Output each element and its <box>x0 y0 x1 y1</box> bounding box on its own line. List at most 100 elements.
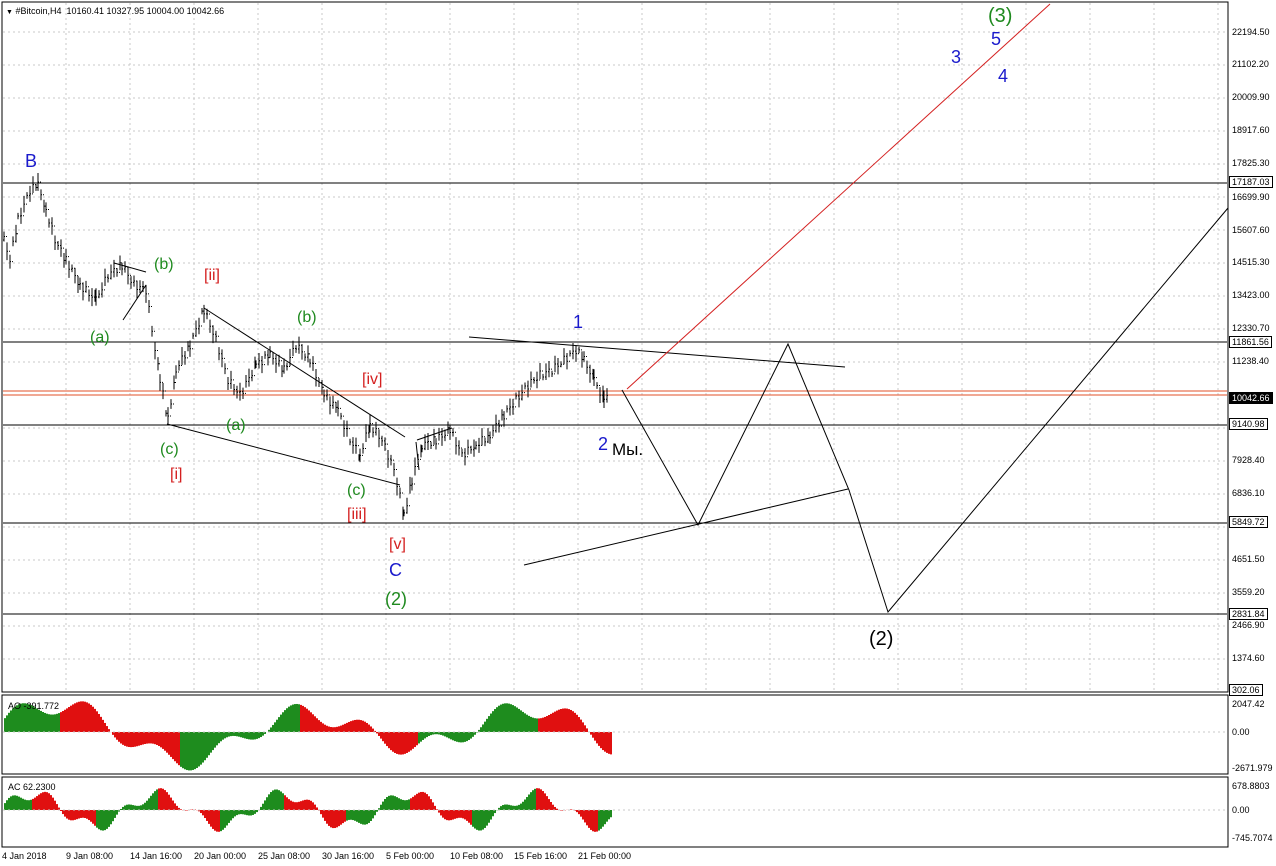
ac-bar <box>78 810 80 819</box>
ao-bar <box>222 732 224 740</box>
ao-bar <box>500 704 502 732</box>
price-level-box: 17187.03 <box>1229 176 1273 188</box>
ac-bar <box>508 804 510 810</box>
wave-label-c: (c) <box>347 482 366 499</box>
ac-bar <box>462 810 464 819</box>
ao-bar <box>254 732 256 740</box>
ac-bar <box>300 801 302 810</box>
ao-bar <box>178 732 180 766</box>
ac-bar <box>540 789 542 810</box>
ac-bar <box>460 810 462 818</box>
ac-bar <box>322 810 324 818</box>
ao-bar <box>574 712 576 732</box>
ao-bar <box>444 732 446 737</box>
ao-bar <box>318 720 320 732</box>
ao-bar <box>274 722 276 732</box>
ac-bar <box>526 797 528 810</box>
ac-bar <box>28 800 30 810</box>
ac-bar <box>414 795 416 810</box>
ao-bar <box>104 722 106 732</box>
ao-bar <box>246 732 248 739</box>
ac-bar <box>328 810 330 826</box>
ac-bar <box>492 810 494 817</box>
wave-label-c: (c) <box>160 441 179 458</box>
ac-bar <box>74 810 76 820</box>
ac-bar <box>22 798 24 810</box>
ac-bar <box>586 810 588 826</box>
time-tick: 4 Jan 2018 <box>2 851 47 861</box>
ao-bar <box>458 732 460 743</box>
ao-bar <box>370 726 372 732</box>
trend-projection-line <box>626 3 1051 390</box>
ac-bar <box>596 810 598 832</box>
ao-bar <box>468 732 470 741</box>
ac-bar <box>506 804 508 810</box>
ac-bar <box>98 810 100 830</box>
ao-bar <box>408 732 410 752</box>
chart-canvas[interactable] <box>0 0 1276 866</box>
ao-bar <box>508 703 510 732</box>
wave-label-3: 3 <box>951 47 962 67</box>
ao-bar <box>48 714 50 732</box>
ao-tick: 2047.42 <box>1232 699 1265 709</box>
ao-bar <box>84 701 86 732</box>
ao-bar <box>520 710 522 732</box>
ac-bar <box>426 794 428 810</box>
ao-bar <box>194 732 196 770</box>
ao-bar <box>530 716 532 732</box>
ao-bar <box>532 717 534 732</box>
ao-bar <box>452 732 454 741</box>
ac-bar <box>170 797 172 810</box>
ac-bar <box>54 800 56 810</box>
ac-bar <box>528 794 530 810</box>
ao-bar <box>180 732 182 767</box>
ac-bar <box>296 802 298 810</box>
ac-bar <box>344 810 346 822</box>
triangle-down-icon[interactable]: ▼ <box>6 9 13 16</box>
ao-bar <box>448 732 450 739</box>
ao-bar <box>90 704 92 732</box>
ac-bar <box>516 805 518 810</box>
ac-panel[interactable] <box>1 776 1229 848</box>
wave-label-B: B <box>25 151 38 171</box>
ao-bar <box>78 701 80 732</box>
ac-bar <box>292 801 294 810</box>
ao-bar <box>210 732 212 753</box>
main-chart-panel[interactable] <box>1 1 1229 693</box>
ac-bar <box>448 810 450 821</box>
ac-bar <box>112 810 114 822</box>
ao-bar <box>204 732 206 761</box>
ac-bar <box>336 810 338 828</box>
ac-bar <box>228 810 230 823</box>
ao-bar <box>206 732 208 758</box>
ac-bar <box>36 796 38 810</box>
ao-bar <box>148 732 150 744</box>
ao-bar <box>176 732 178 764</box>
ao-bar <box>312 714 314 732</box>
ac-bar <box>106 810 108 829</box>
ac-bar <box>500 806 502 810</box>
ac-bar <box>402 799 404 810</box>
ac-bar <box>340 810 342 825</box>
ao-bar <box>230 732 232 737</box>
ac-bar <box>176 805 178 810</box>
ao-bar <box>308 710 310 732</box>
ac-bar <box>580 810 582 817</box>
ao-bar <box>80 701 82 732</box>
ac-bar <box>162 788 164 810</box>
ac-bar <box>6 800 8 810</box>
ao-bar <box>288 706 290 732</box>
ao-bar <box>294 704 296 732</box>
ao-bar <box>56 713 58 732</box>
ac-bar <box>30 799 32 810</box>
ac-bar <box>406 800 408 810</box>
ao-bar <box>400 732 402 755</box>
ao-bar <box>94 708 96 732</box>
ac-bar <box>602 810 604 827</box>
ao-bar <box>304 707 306 732</box>
ao-bar <box>528 715 530 732</box>
ao-bar <box>550 713 552 732</box>
ao-bar <box>54 714 56 732</box>
ac-bar <box>546 796 548 810</box>
ac-bar <box>544 793 546 810</box>
